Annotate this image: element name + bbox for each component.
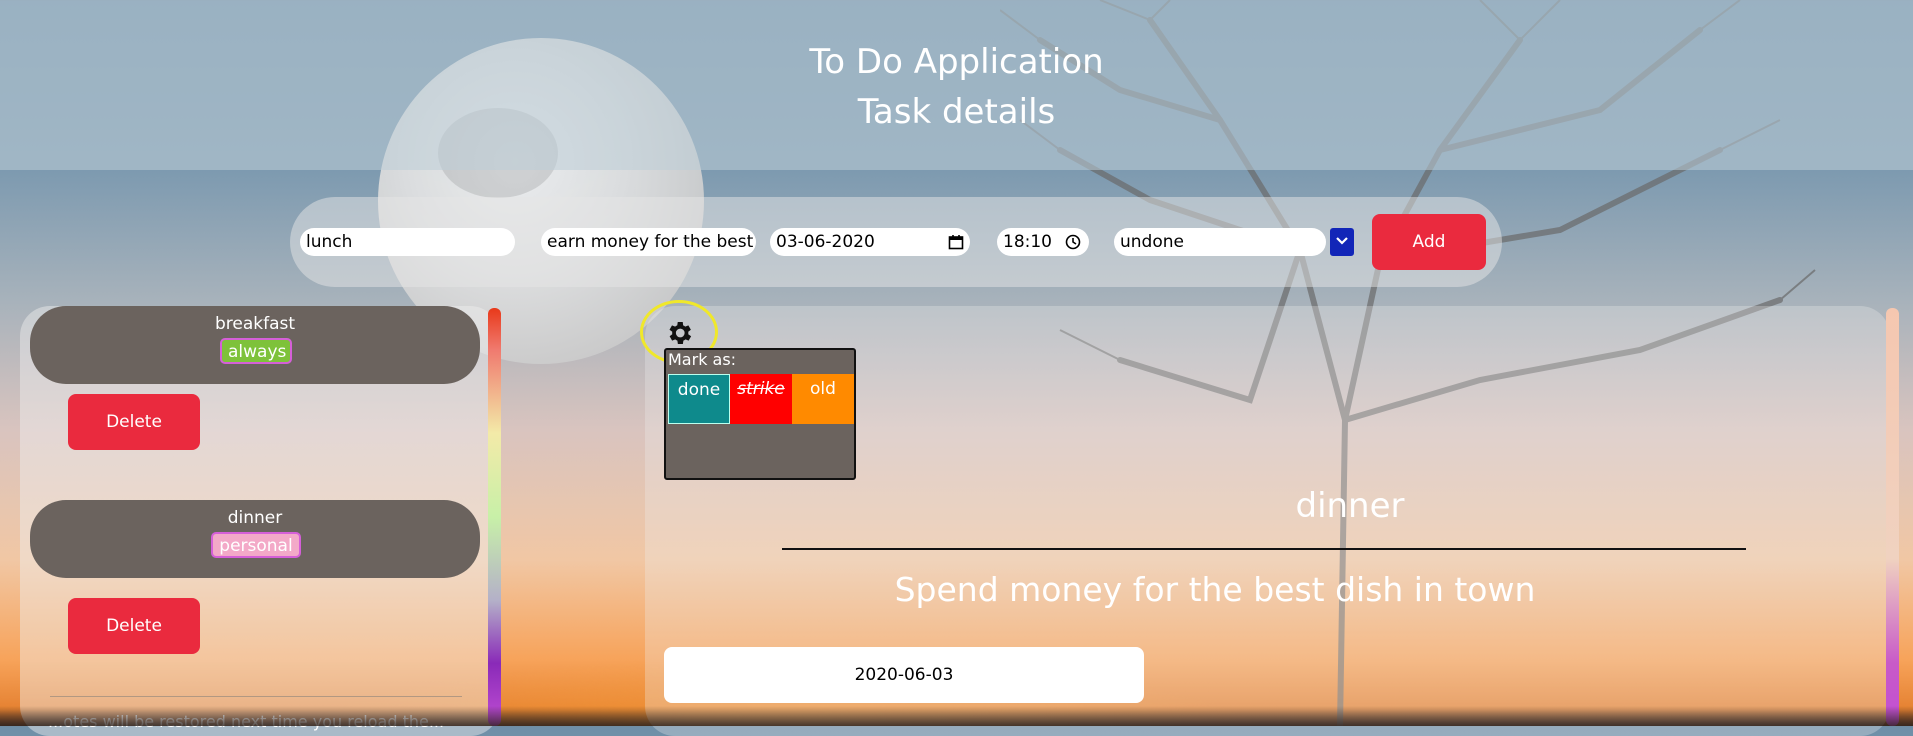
task-card-name: dinner [227, 508, 283, 528]
mark-as-label: Mark as: [668, 350, 737, 369]
mark-old-button[interactable]: old [792, 374, 854, 424]
mark-strike-button[interactable]: strike [730, 374, 792, 424]
detail-task-title: dinner [1295, 486, 1405, 526]
delete-button-breakfast[interactable]: Delete [68, 394, 200, 450]
clock-icon[interactable] [1065, 234, 1081, 250]
status-dropdown-toggle[interactable] [1330, 228, 1354, 256]
delete-button-dinner[interactable]: Delete [68, 598, 200, 654]
calendar-icon[interactable] [948, 234, 964, 250]
app-header [0, 0, 1913, 170]
tag-badge-always: always [220, 338, 292, 364]
task-description-input[interactable]: earn money for the best [541, 228, 756, 256]
detail-task-date: 2020-06-03 [664, 647, 1144, 703]
list-divider [50, 696, 462, 697]
task-card-dinner[interactable]: dinner personal [30, 500, 480, 578]
task-name-input[interactable]: lunch [300, 228, 515, 256]
mark-done-button[interactable]: done [668, 374, 730, 424]
page-subtitle: Task details [857, 92, 1056, 132]
task-time-input[interactable]: 18:10 [997, 228, 1089, 256]
date-value: 03-06-2020 [776, 232, 875, 252]
task-list-panel: breakfast always Delete dinner personal … [20, 306, 500, 736]
add-task-button[interactable]: Add [1372, 214, 1486, 270]
detail-divider [782, 548, 1746, 550]
task-card-breakfast[interactable]: breakfast always [30, 306, 480, 384]
detail-scrollbar[interactable] [1886, 308, 1899, 726]
task-date-input[interactable]: 03-06-2020 [770, 228, 970, 256]
tag-badge-personal: personal [211, 532, 301, 558]
time-value: 18:10 [1003, 232, 1052, 252]
mark-as-menu: Mark as: done strike old [664, 348, 856, 480]
app-title: To Do Application [809, 42, 1104, 82]
horizon-treeline [0, 706, 1913, 726]
chevron-down-icon [1336, 237, 1348, 245]
task-status-select[interactable]: undone [1114, 228, 1326, 256]
detail-task-description: Spend money for the best dish in town [894, 570, 1536, 609]
task-card-name: breakfast [214, 314, 296, 334]
task-list-scrollbar[interactable] [488, 308, 501, 726]
